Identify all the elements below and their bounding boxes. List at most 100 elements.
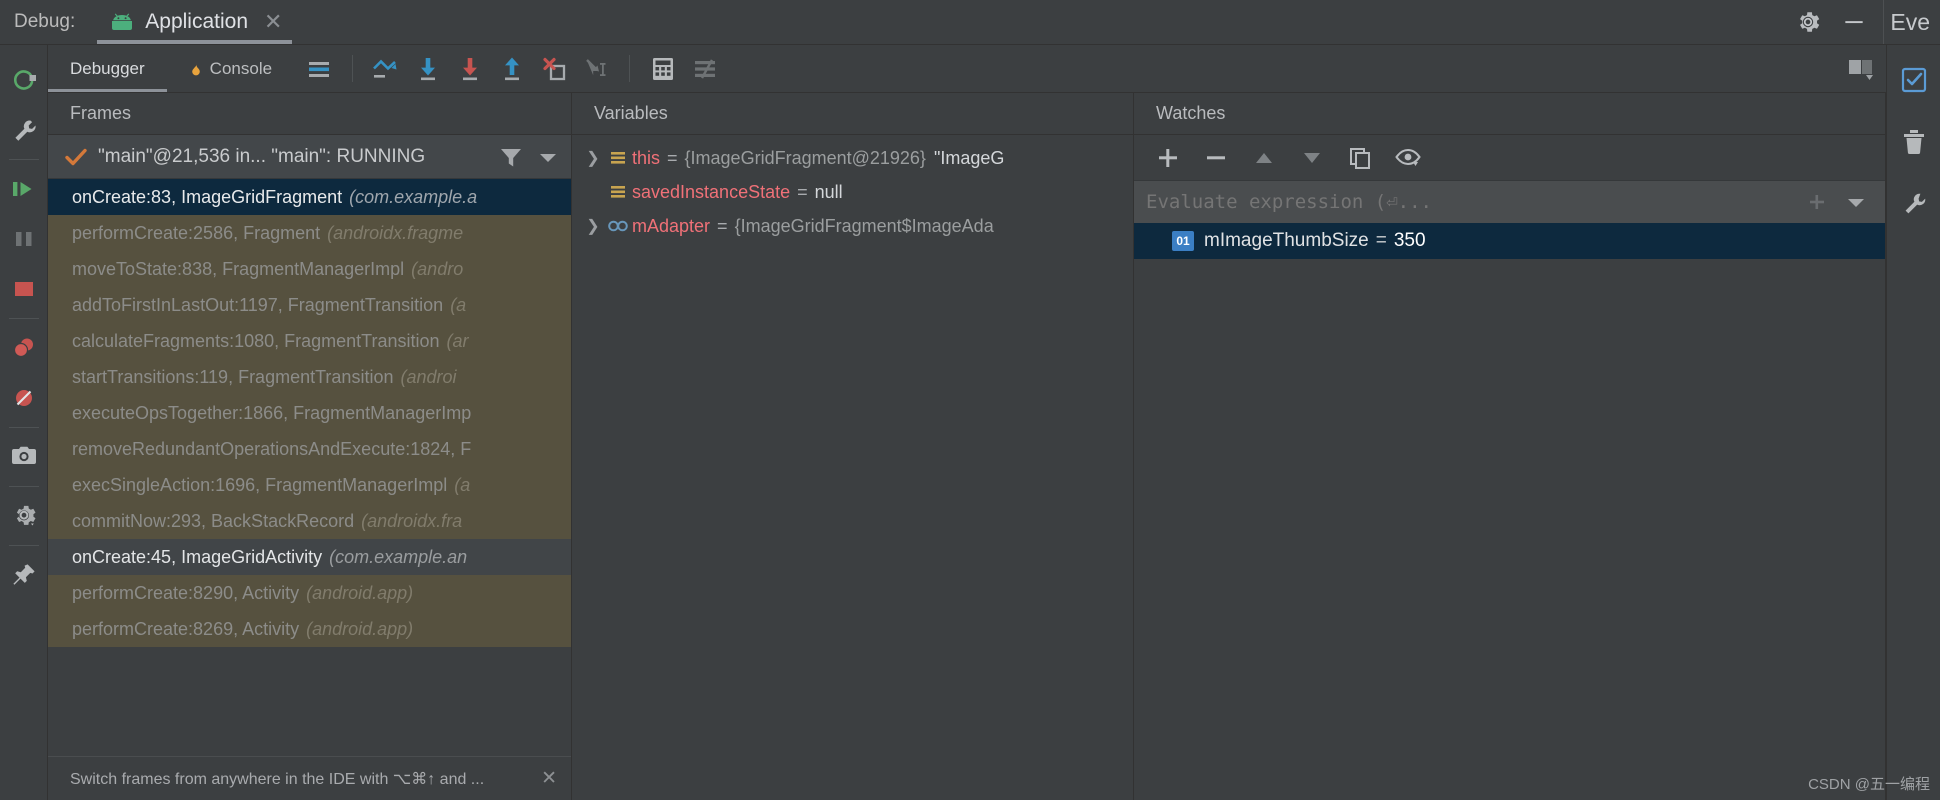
application-tab[interactable]: Application ✕ bbox=[93, 0, 296, 44]
list-item[interactable]: ❯ savedInstanceState = null bbox=[572, 175, 1133, 209]
move-down-icon[interactable] bbox=[1292, 138, 1332, 178]
watch-value: 350 bbox=[1394, 230, 1426, 252]
show-execution-point-icon[interactable] bbox=[300, 50, 338, 88]
restore-layout-icon[interactable] bbox=[1842, 50, 1880, 88]
step-out-icon[interactable] bbox=[493, 50, 531, 88]
chevron-right-icon[interactable]: ❯ bbox=[582, 148, 604, 168]
tab-console[interactable]: Console bbox=[167, 45, 294, 92]
pause-icon[interactable] bbox=[0, 214, 48, 264]
force-step-into-icon[interactable] bbox=[451, 50, 489, 88]
toolbar-group-evaluate bbox=[638, 45, 730, 92]
table-row[interactable]: startTransitions:119, FragmentTransition… bbox=[48, 359, 571, 395]
titlebar-actions bbox=[1779, 0, 1883, 44]
thread-selector[interactable]: "main"@21,536 in... "main": RUNNING bbox=[48, 135, 571, 179]
frames-list[interactable]: onCreate:83, ImageGridFragment (com.exam… bbox=[48, 179, 571, 756]
gear-icon[interactable] bbox=[1795, 9, 1821, 35]
frame-method: executeOpsTogether:1866, FragmentManager… bbox=[72, 403, 471, 424]
table-row[interactable]: performCreate:8269, Activity (android.ap… bbox=[48, 611, 571, 647]
frame-package: (com.example.an bbox=[322, 547, 467, 568]
rail-divider bbox=[9, 318, 39, 319]
variable-equals: = bbox=[660, 148, 685, 169]
table-row[interactable]: execSingleAction:1696, FragmentManagerIm… bbox=[48, 467, 571, 503]
rerun-icon[interactable] bbox=[0, 55, 48, 105]
table-row[interactable]: removeRedundantOperationsAndExecute:1824… bbox=[48, 431, 571, 467]
copy-icon[interactable] bbox=[1340, 138, 1380, 178]
chevron-down-icon[interactable] bbox=[535, 144, 561, 170]
title-bar: Debug: Application ✕ Eve bbox=[0, 0, 1940, 45]
chevron-right-icon[interactable]: ❯ bbox=[582, 216, 604, 236]
table-row[interactable]: addToFirstInLastOut:1197, FragmentTransi… bbox=[48, 287, 571, 323]
settings-icon[interactable] bbox=[0, 491, 48, 541]
table-row[interactable]: calculateFragments:1080, FragmentTransit… bbox=[48, 323, 571, 359]
layout-settings-icon[interactable] bbox=[686, 50, 724, 88]
pin-icon[interactable] bbox=[0, 550, 48, 600]
screenshot-icon[interactable] bbox=[0, 432, 48, 482]
evaluate-expression-icon[interactable] bbox=[644, 50, 682, 88]
watches-list[interactable]: 01 mImageThumbSize = 350 bbox=[1134, 223, 1885, 800]
move-up-icon[interactable] bbox=[1244, 138, 1284, 178]
wrench-icon[interactable] bbox=[0, 105, 48, 155]
watches-pane: Watches bbox=[1134, 93, 1886, 800]
table-row[interactable]: onCreate:83, ImageGridFragment (com.exam… bbox=[48, 179, 571, 215]
frame-method: execSingleAction:1696, FragmentManagerIm… bbox=[72, 475, 447, 496]
resume-icon[interactable] bbox=[0, 164, 48, 214]
evaluate-expression-field[interactable] bbox=[1134, 181, 1885, 223]
variable-name: this bbox=[632, 148, 660, 169]
list-item[interactable]: 01 mImageThumbSize = 350 bbox=[1134, 223, 1885, 259]
filter-icon[interactable] bbox=[497, 144, 525, 170]
variables-pane: Variables ❯ this bbox=[572, 93, 1134, 800]
table-row[interactable]: moveToState:838, FragmentManagerImpl (an… bbox=[48, 251, 571, 287]
step-over-icon[interactable] bbox=[367, 50, 405, 88]
watch-name: mImageThumbSize bbox=[1204, 230, 1369, 252]
view-breakpoints-icon[interactable] bbox=[0, 323, 48, 373]
left-toolbar bbox=[0, 45, 48, 800]
run-to-cursor-icon[interactable] bbox=[577, 50, 615, 88]
drop-frame-icon[interactable] bbox=[535, 50, 573, 88]
frame-method: removeRedundantOperationsAndExecute:1824… bbox=[72, 439, 471, 460]
toolbar-spacer bbox=[730, 45, 1836, 92]
chevron-down-icon[interactable] bbox=[1843, 190, 1869, 214]
list-item[interactable]: ❯ mAdapter = {ImageGridFragment$ImageAda bbox=[572, 209, 1133, 243]
frame-method: onCreate:45, ImageGridActivity bbox=[72, 547, 322, 568]
frame-package: (andro bbox=[404, 259, 463, 280]
step-into-icon[interactable] bbox=[409, 50, 447, 88]
stop-icon[interactable] bbox=[0, 264, 48, 314]
variables-header: Variables bbox=[572, 93, 1133, 135]
variables-list[interactable]: ❯ this = {ImageGridFragment@21926} bbox=[572, 135, 1133, 800]
variable-value: {ImageGridFragment$ImageAda bbox=[735, 216, 994, 237]
trash-icon[interactable] bbox=[1890, 119, 1938, 165]
frame-method: performCreate:8290, Activity bbox=[72, 583, 299, 604]
frame-package: (androi bbox=[393, 367, 456, 388]
toolbar-group-execution-point bbox=[294, 45, 344, 92]
table-row[interactable]: performCreate:2586, Fragment (androidx.f… bbox=[48, 215, 571, 251]
mute-breakpoints-icon[interactable] bbox=[0, 373, 48, 423]
inspect-icon[interactable] bbox=[1388, 138, 1428, 178]
frames-pane: Frames "main"@21,536 in... "main": RUNNI… bbox=[48, 93, 572, 800]
tab-debugger[interactable]: Debugger bbox=[48, 45, 167, 92]
close-icon[interactable]: ✕ bbox=[264, 11, 282, 33]
frame-package: (android.app) bbox=[299, 619, 413, 640]
right-panel-label[interactable]: Eve bbox=[1883, 0, 1940, 44]
variable-equals: = bbox=[710, 216, 735, 237]
remove-watch-icon[interactable] bbox=[1196, 138, 1236, 178]
debugger-window: Debug: Application ✕ Eve bbox=[0, 0, 1940, 800]
debugger-toolbar: Debugger Console bbox=[48, 45, 1886, 93]
checklist-icon[interactable] bbox=[1890, 57, 1938, 103]
list-item[interactable]: ❯ this = {ImageGridFragment@21926} bbox=[572, 141, 1133, 175]
minimize-icon[interactable] bbox=[1841, 9, 1867, 35]
table-row[interactable]: performCreate:8290, Activity (android.ap… bbox=[48, 575, 571, 611]
wrench-tool-icon[interactable] bbox=[1890, 181, 1938, 227]
watch-equals: = bbox=[1369, 230, 1394, 252]
debugger-panes: Frames "main"@21,536 in... "main": RUNNI… bbox=[48, 93, 1886, 800]
application-tab-label: Application bbox=[145, 10, 248, 34]
evaluate-expression-input[interactable] bbox=[1146, 191, 1805, 213]
table-row[interactable]: onCreate:45, ImageGridActivity (com.exam… bbox=[48, 539, 571, 575]
add-to-watches-icon[interactable] bbox=[1805, 190, 1829, 214]
table-row[interactable]: executeOpsTogether:1866, FragmentManager… bbox=[48, 395, 571, 431]
body: Debugger Console bbox=[0, 45, 1940, 800]
toolbar-divider bbox=[352, 55, 353, 82]
watermark: CSDN @五一编程 bbox=[1808, 773, 1930, 794]
add-watch-icon[interactable] bbox=[1148, 138, 1188, 178]
table-row[interactable]: commitNow:293, BackStackRecord (androidx… bbox=[48, 503, 571, 539]
close-icon[interactable]: ✕ bbox=[541, 767, 557, 790]
